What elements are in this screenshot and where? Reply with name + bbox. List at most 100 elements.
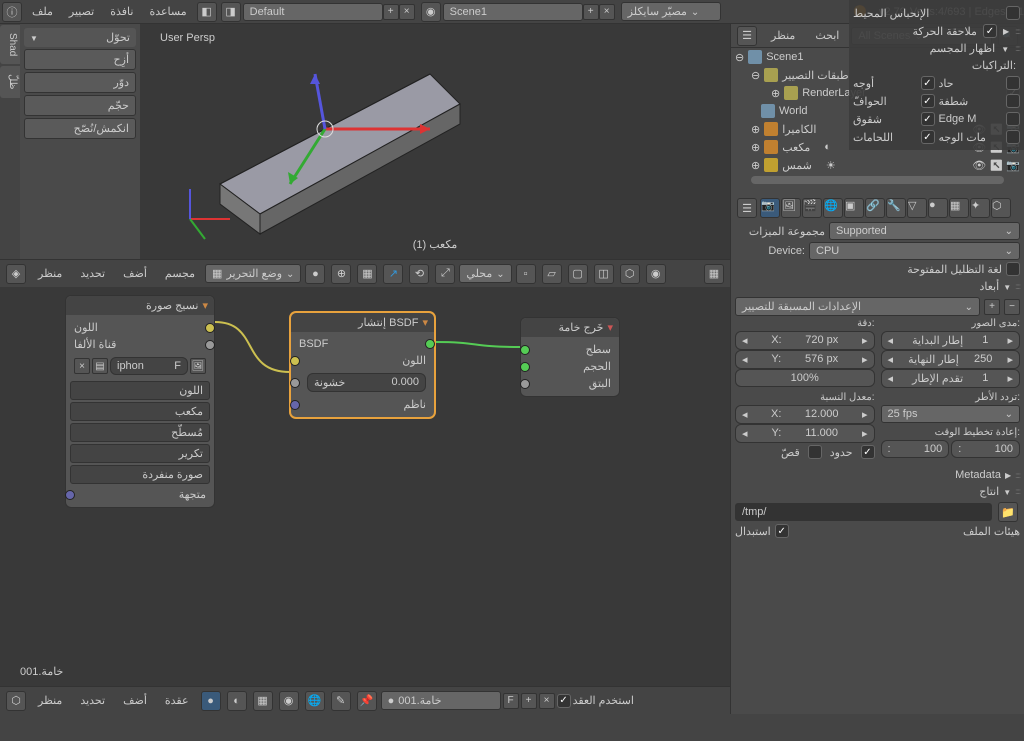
object-type-icon[interactable]: ◉: [279, 691, 299, 711]
use-nodes-checkbox[interactable]: [557, 694, 571, 708]
manip-translate-icon[interactable]: ↗: [383, 264, 403, 284]
dimensions-header[interactable]: أبعاد::::: [735, 278, 1020, 295]
object-tab[interactable]: ▣: [844, 198, 864, 218]
roughness-field[interactable]: خشونة0.000: [307, 373, 426, 392]
engine-dropdown[interactable]: مصيّر سايكلز: [621, 2, 721, 21]
vector-input-socket[interactable]: [65, 490, 75, 500]
remove-material-button[interactable]: ×: [539, 693, 555, 709]
scene-dropdown[interactable]: Scene1: [443, 3, 583, 21]
edgem-checkbox[interactable]: [1006, 112, 1020, 126]
res-y-field[interactable]: ◂Y:576 px▸: [735, 350, 875, 369]
physics-tab[interactable]: ⬡: [991, 198, 1011, 218]
mesh-display-header[interactable]: اظهار المجسم::::: [853, 40, 1020, 57]
sharp-checkbox[interactable]: [1006, 76, 1020, 90]
feature-set-dropdown[interactable]: Supported: [829, 222, 1020, 240]
add-material-button[interactable]: +: [521, 693, 537, 709]
frame-start-field[interactable]: ◂إطار البداية1▸: [881, 331, 1021, 350]
render-preview-icon[interactable]: ▦: [704, 264, 724, 284]
tab-shading[interactable]: Shad: [0, 25, 20, 64]
manip-rotate-icon[interactable]: ⟲: [409, 264, 429, 284]
editor-type-icon[interactable]: ⓘ: [2, 2, 22, 22]
device-dropdown[interactable]: CPU: [809, 242, 1020, 260]
3d-viewport[interactable]: User Persp مكعب (1): [140, 24, 730, 259]
displacement-input-socket[interactable]: [520, 379, 530, 389]
menu-window[interactable]: نافذة: [102, 5, 141, 18]
creases-checkbox[interactable]: [921, 112, 935, 126]
pivot-icon[interactable]: ⊕: [331, 264, 351, 284]
add-layout-button[interactable]: +: [383, 4, 399, 20]
3d-menu-mesh[interactable]: مجسم: [157, 267, 203, 280]
color-space-dropdown[interactable]: اللون: [70, 381, 210, 400]
tool-rotate[interactable]: دوّر: [24, 72, 136, 93]
outliner-menu-view[interactable]: منظر: [763, 29, 803, 42]
mesh-object[interactable]: [170, 44, 490, 244]
browse-output-icon[interactable]: 📁: [998, 502, 1018, 522]
fps-dropdown[interactable]: 25 fps: [881, 405, 1021, 423]
tool-scale[interactable]: حجّم: [24, 95, 136, 116]
res-pct-field[interactable]: 100%: [735, 369, 875, 387]
material-dropdown[interactable]: ●خامة.001: [381, 691, 501, 710]
menu-file[interactable]: ملف: [24, 5, 61, 18]
remove-scene-button[interactable]: ×: [599, 4, 615, 20]
bevel-checkbox[interactable]: [1006, 94, 1020, 108]
texture-type-icon[interactable]: ▦: [253, 691, 273, 711]
3d-menu-add[interactable]: أضف: [115, 267, 155, 280]
constraints-tab[interactable]: 🔗: [865, 198, 885, 218]
3d-menu-select[interactable]: تحديد: [72, 267, 113, 280]
editor-node-icon[interactable]: ⬡: [6, 691, 26, 711]
node-header[interactable]: خَرج خامة▾: [521, 318, 619, 337]
shading-icon[interactable]: ●: [305, 264, 325, 284]
tool-shrink[interactable]: انكمش/نُصّح: [24, 118, 136, 139]
frame-end-field[interactable]: ◂إطار النهاية250▸: [881, 350, 1021, 369]
face-select-icon[interactable]: ▢: [568, 264, 588, 284]
aspect-y-field[interactable]: ◂Y:11.000▸: [735, 424, 875, 443]
world-type-icon[interactable]: 🌐: [305, 691, 325, 711]
remove-layout-button[interactable]: ×: [399, 4, 415, 20]
node-editor[interactable]: نسيج صورة▾ اللون قناة الألفا × ▤ iphonF …: [0, 287, 730, 686]
remove-preset-button[interactable]: −: [1004, 299, 1020, 315]
add-scene-button[interactable]: +: [583, 4, 599, 20]
texture-tab[interactable]: ▦: [949, 198, 969, 218]
node-menu-select[interactable]: تحديد: [72, 694, 113, 707]
manip-scale-icon[interactable]: ⤢: [435, 264, 455, 284]
particles-tab[interactable]: ✦: [970, 198, 990, 218]
ambient-checkbox[interactable]: [1006, 6, 1020, 20]
projection-dropdown[interactable]: مكعب: [70, 402, 210, 421]
faces-checkbox[interactable]: [921, 76, 935, 90]
replace-checkbox[interactable]: [775, 524, 789, 538]
vertex-select-icon[interactable]: ▫: [516, 264, 536, 284]
props-editor-icon[interactable]: ☰: [737, 198, 757, 218]
image-menu-button[interactable]: 🖼: [190, 358, 206, 374]
edge-select-icon[interactable]: ▱: [542, 264, 562, 284]
facemat-checkbox[interactable]: [1006, 130, 1020, 144]
outliner-sun[interactable]: ⊕شمس☀👁 ↖ 📷: [731, 156, 1024, 174]
line-type-icon[interactable]: ✎: [331, 691, 351, 711]
image-texture-node[interactable]: نسيج صورة▾ اللون قناة الألفا × ▤ iphonF …: [65, 295, 215, 508]
node-menu-view[interactable]: منظر: [30, 694, 70, 707]
scene-icon[interactable]: ◉: [421, 2, 441, 22]
material-output-node[interactable]: خَرج خامة▾ سطح الحجم البتق: [520, 317, 620, 397]
frame-step-field[interactable]: ◂تقدم الإطار1▸: [881, 369, 1021, 388]
outliner-editor-icon[interactable]: ☰: [737, 26, 757, 46]
seams-checkbox[interactable]: [921, 130, 935, 144]
snap-icon[interactable]: ⬡: [620, 264, 640, 284]
motion-checkbox[interactable]: [983, 24, 997, 38]
fake-user-button[interactable]: F: [503, 693, 519, 709]
edges-checkbox[interactable]: [921, 94, 935, 108]
metadata-header[interactable]: Metadata::::: [735, 467, 1020, 483]
osl-checkbox[interactable]: [1006, 262, 1020, 276]
orientation-dropdown[interactable]: محلي: [459, 264, 511, 283]
res-x-field[interactable]: ◂X:720 px▸: [735, 331, 875, 350]
pin-icon[interactable]: 📌: [357, 691, 377, 711]
extension-dropdown[interactable]: تكرير: [70, 444, 210, 463]
proportional-icon[interactable]: ◉: [646, 264, 666, 284]
color-output-socket[interactable]: [205, 323, 215, 333]
limit-select-icon[interactable]: ◫: [594, 264, 614, 284]
node-header[interactable]: إنتشار BSDF▾: [291, 313, 434, 332]
surface-input-socket[interactable]: [520, 345, 530, 355]
time-new-field[interactable]: :100: [951, 440, 1020, 458]
editor-3d-icon[interactable]: ◈: [6, 264, 26, 284]
compositor-type-icon[interactable]: ◐: [227, 691, 247, 711]
node-menu-add[interactable]: أضف: [115, 694, 155, 707]
source-dropdown[interactable]: صورة منفردة: [70, 465, 210, 484]
